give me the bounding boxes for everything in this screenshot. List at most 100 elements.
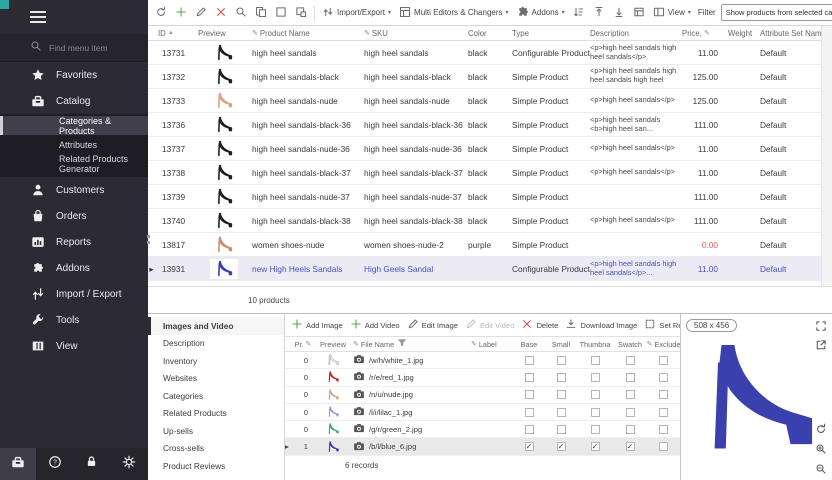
thumbnail-checkbox[interactable] [591,425,600,434]
column-header-description[interactable]: Description [590,29,682,38]
tab-description[interactable]: Description [148,335,284,353]
delete-button[interactable] [212,4,230,22]
base-checkbox[interactable] [525,356,534,365]
column-header-color[interactable]: Color [468,29,512,38]
tab-websites[interactable]: Websites [148,370,284,388]
sidebar-item-addons[interactable]: Addons [0,255,148,281]
tab-cross-sells[interactable]: Cross-sells [148,440,284,458]
sidebar-item-import-export[interactable]: Import / Export [0,281,148,307]
sort-az-button[interactable] [570,4,588,22]
image-row[interactable]: 0 /g/r/green_2.jpg [285,421,680,438]
panel-splitter-handle[interactable] [146,228,151,250]
table-row[interactable]: 13733 high heel sandals-nude high heel s… [148,89,832,113]
products-grid-scrollbar[interactable] [821,26,832,286]
exclude-checkbox[interactable] [659,373,668,382]
column-header-type[interactable]: Type [512,29,590,38]
export-grid-button[interactable] [630,4,648,22]
multi-editors-menu-button[interactable]: Multi Editors & Changers▾ [396,4,512,22]
column-header-sku[interactable]: ✎SKU [364,29,468,38]
view-menu-button[interactable]: View▾ [650,4,694,22]
sidebar-item-tools[interactable]: Tools [0,307,148,333]
add-button[interactable] [172,4,190,22]
base-checkbox[interactable]: ✓ [525,442,534,451]
column-header-label[interactable]: ✎Label [471,340,513,349]
move-up-button[interactable] [590,4,608,22]
small-checkbox[interactable] [557,408,566,417]
tab-up-sells[interactable]: Up-sells [148,422,284,440]
import-export-menu-button[interactable]: Import/Export▾ [319,4,394,22]
image-row[interactable]: 0 /l/i/lilac_1.jpg [285,404,680,421]
column-header-weight[interactable]: Weight [728,29,760,38]
tab-images-and-video[interactable]: Images and Video [148,317,284,335]
thumbnail-checkbox[interactable] [591,390,600,399]
image-row[interactable]: 0 /w/h/white_1.jpg [285,352,680,369]
copy-settings-button[interactable] [292,4,310,22]
thumbnail-checkbox[interactable] [591,408,600,417]
add-video-button[interactable]: Add Video [347,316,403,334]
exclude-checkbox[interactable] [659,356,668,365]
lock-icon[interactable] [85,455,98,473]
sidebar-item-view[interactable]: View [0,333,148,359]
delete-button[interactable]: Delete [518,316,561,334]
swatch-checkbox[interactable] [626,390,635,399]
small-checkbox[interactable]: ✓ [557,442,566,451]
swatch-checkbox[interactable] [626,373,635,382]
sidebar-item-customers[interactable]: Customers [0,177,148,203]
small-checkbox[interactable] [557,425,566,434]
sidebar-item-catalog[interactable]: Catalog [0,88,148,114]
swatch-checkbox[interactable] [626,408,635,417]
edit-button[interactable] [192,4,210,22]
table-row[interactable]: ▸ 13931 new High Heels Sandals High Geel… [148,257,832,281]
sidebar-item-orders[interactable]: Orders [0,203,148,229]
exclude-checkbox[interactable] [659,425,668,434]
image-row[interactable]: ▸ 1 /b/l/blue_6.jpg ✓ ✓ ✓ ✓ [285,438,680,455]
add-image-button[interactable]: Add Image [288,316,346,334]
base-checkbox[interactable] [525,390,534,399]
swatch-checkbox[interactable] [626,356,635,365]
column-header-exclude[interactable]: ✎Exclude [647,340,680,349]
column-header-price[interactable]: Price,✎ [682,29,728,38]
column-header-preview[interactable]: Preview [198,29,252,38]
base-checkbox[interactable] [525,408,534,417]
sidebar-search-input[interactable]: Find menu item [0,34,148,62]
base-checkbox[interactable] [525,425,534,434]
copy-button[interactable] [252,4,270,22]
sidebar-item-attributes[interactable]: Attributes [0,135,148,154]
column-header-small[interactable]: Small [545,340,577,349]
table-row[interactable]: 13740 high heel sandals-black-38 high he… [148,209,832,233]
column-header-file-name[interactable]: ✎File Name [353,337,471,351]
tab-inventory[interactable]: Inventory [148,352,284,370]
tab-categories[interactable]: Categories [148,387,284,405]
small-checkbox[interactable] [557,390,566,399]
table-row[interactable]: 13732 high heel sandals-black high heel … [148,65,832,89]
thumbnail-checkbox[interactable] [591,373,600,382]
base-checkbox[interactable] [525,373,534,382]
table-row[interactable]: 13817 women shoes-nude women shoes-nude-… [148,233,832,257]
image-row[interactable]: 0 /n/u/nude.jpg [285,387,680,404]
sidebar-item-related-products-generator[interactable]: Related Products Generator [0,154,148,173]
sidebar-bottom-archive-button[interactable] [0,448,36,480]
table-row[interactable]: 13731 high heel sandals high heel sandal… [148,41,832,65]
move-down-button[interactable] [610,4,628,22]
exclude-checkbox[interactable] [659,442,668,451]
image-row[interactable]: 0 /r/e/red_1.jpg [285,369,680,386]
table-row[interactable]: 13737 high heel sandals-nude-36 high hee… [148,137,832,161]
thumbnail-checkbox[interactable]: ✓ [591,442,600,451]
column-header-base[interactable]: Base [513,340,545,349]
swatch-checkbox[interactable]: ✓ [626,442,635,451]
help-icon[interactable]: ? [48,455,62,474]
gear-icon[interactable] [122,455,136,474]
refresh-button[interactable] [152,4,170,22]
set-resize-rule-button[interactable]: Set Resize Rule [641,316,680,334]
sidebar-item-favorites[interactable]: Favorites [0,62,148,88]
addons-menu-button[interactable]: Addons▾ [514,4,568,22]
checkbox-button[interactable] [272,4,290,22]
download-image-button[interactable]: Download Image [562,316,640,334]
sidebar-item-reports[interactable]: Reports [0,229,148,255]
column-header-thumbnail[interactable]: Thumbna [577,340,613,349]
table-row[interactable]: 13736 high heel sandals-black-36 high he… [148,113,832,137]
search-button[interactable] [232,4,250,22]
edit-image-button[interactable]: Edit Image [404,316,461,334]
column-header-priority[interactable]: Pr.✎ [293,340,313,349]
filter-select[interactable]: Show products from selected categories▾ [721,4,832,21]
